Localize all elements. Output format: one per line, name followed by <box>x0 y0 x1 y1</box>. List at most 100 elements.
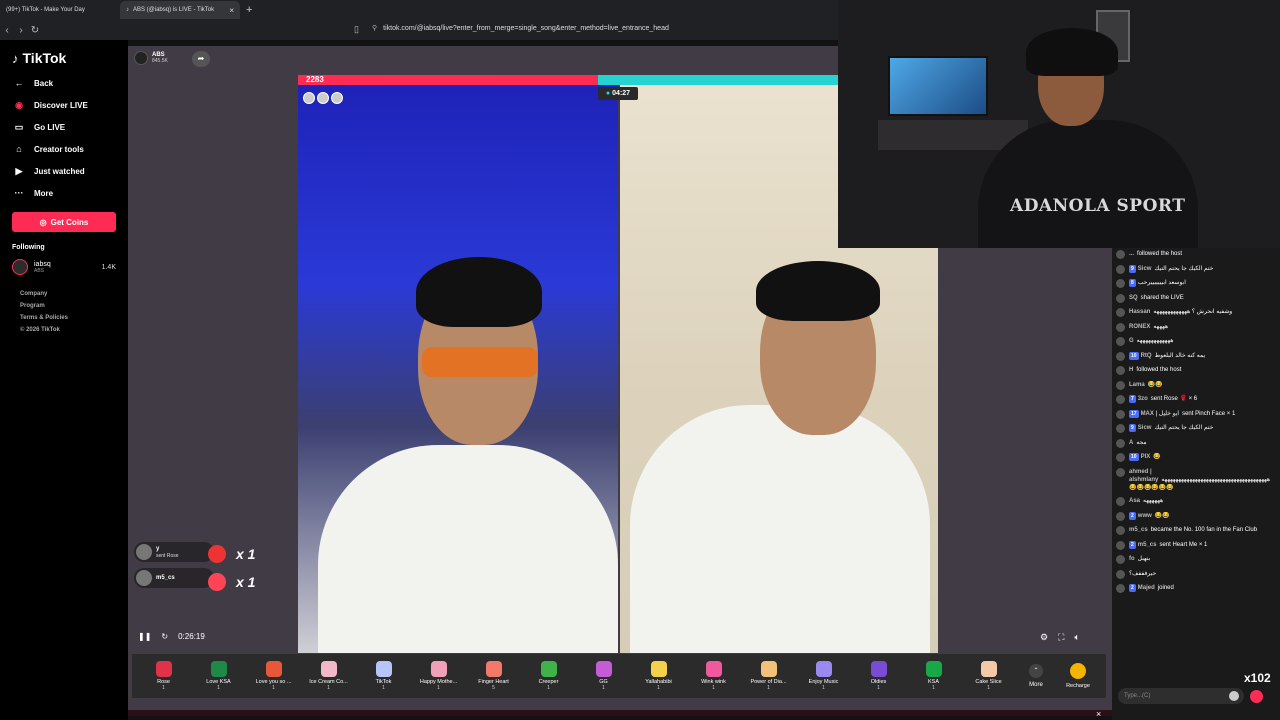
close-tab-icon[interactable]: × <box>229 6 234 15</box>
address-bar[interactable]: ⚲ tiktok.com/@iabsq/live?enter_from_merge… <box>372 24 669 32</box>
avatar[interactable] <box>1116 250 1125 259</box>
chat-username[interactable]: Majed <box>1138 585 1155 591</box>
gift-item[interactable]: Enjoy Music 1 <box>796 661 851 691</box>
avatar[interactable] <box>1116 351 1125 361</box>
avatar[interactable] <box>1116 409 1125 419</box>
close-icon[interactable]: × <box>1096 709 1101 719</box>
chat-username[interactable]: RONEX <box>1129 324 1150 330</box>
gift-item[interactable]: Wink wink 1 <box>686 661 741 691</box>
gift-item[interactable]: Power of Dia... 1 <box>741 661 796 691</box>
forward-icon[interactable]: › <box>14 25 28 36</box>
chat-username[interactable]: 3zo <box>1138 396 1148 402</box>
chat-username[interactable]: A <box>1129 440 1133 446</box>
sidebar-item-more[interactable]: ··· More <box>12 182 116 204</box>
avatar[interactable] <box>1116 438 1125 448</box>
avatar[interactable] <box>1116 308 1125 317</box>
avatar[interactable] <box>1116 366 1125 375</box>
chat-username[interactable]: m5_cs <box>1129 527 1148 533</box>
gift-item[interactable]: TikTok 1 <box>356 661 411 691</box>
gift-item[interactable]: Oldies 1 <box>851 661 906 691</box>
avatar[interactable] <box>1116 264 1125 274</box>
right-person-hair <box>756 261 880 321</box>
avatar[interactable] <box>1116 279 1125 288</box>
sidebar-item-go-live[interactable]: ▭ Go LIVE <box>12 116 116 138</box>
gift-item[interactable]: Yallahabibi 1 <box>631 661 686 691</box>
chat-username[interactable]: Sicw <box>1138 425 1152 431</box>
browser-tab-2[interactable]: ♪ ABS (@iabsq) is LIVE - TikTok × <box>120 1 240 19</box>
host-chip[interactable]: ABS 845.5K <box>134 51 168 65</box>
chat-username[interactable]: PIX <box>1141 454 1151 460</box>
gift-item[interactable]: Happy Mothe... 1 <box>411 661 466 691</box>
gift-item[interactable]: Love you so ... 1 <box>246 661 301 691</box>
chat-username[interactable]: Lama <box>1129 382 1145 388</box>
avatar[interactable] <box>1116 337 1125 346</box>
chat-username[interactable]: Sicw <box>1138 266 1152 272</box>
footer-link-terms[interactable]: Terms & Policies <box>20 315 116 321</box>
chat-username[interactable]: fo <box>1129 556 1135 562</box>
fullscreen-icon[interactable]: ⛶ <box>1058 632 1064 643</box>
settings-icon[interactable]: ⚙ <box>1040 632 1048 643</box>
footer-link-program[interactable]: Program <box>20 303 116 309</box>
avatar[interactable] <box>1116 395 1125 404</box>
chat-username[interactable]: H <box>1129 367 1133 373</box>
gift-item[interactable]: Finger Heart 5 <box>466 661 521 691</box>
avatar[interactable] <box>1116 540 1125 550</box>
chat-username[interactable]: m5_cs <box>1138 542 1157 548</box>
chat-username[interactable]: www <box>1138 513 1152 519</box>
avatar[interactable] <box>1116 467 1125 477</box>
avatar[interactable] <box>1116 424 1125 433</box>
avatar[interactable] <box>1116 380 1125 390</box>
gift-item[interactable]: GG 1 <box>576 661 631 691</box>
avatar[interactable] <box>1116 555 1125 564</box>
bookmark-icon[interactable]: ▯ <box>354 24 359 35</box>
pk-top-viewers[interactable] <box>303 92 343 104</box>
nav-label: Creator tools <box>34 144 84 154</box>
refresh-icon[interactable]: ↻ <box>161 632 168 641</box>
avatar[interactable] <box>1116 293 1125 303</box>
tiktok-logo[interactable]: ♪ TikTok <box>12 50 116 66</box>
site-info-icon[interactable]: ⚲ <box>372 25 377 32</box>
chat-username[interactable]: ahmed | alshmlany <box>1129 469 1158 483</box>
get-coins-button[interactable]: ◎ Get Coins <box>12 212 116 232</box>
chat-username[interactable]: ... <box>1129 251 1134 257</box>
emoji-icon[interactable] <box>1229 691 1239 701</box>
bottom-strip <box>128 710 1118 716</box>
like-button[interactable] <box>1250 690 1263 703</box>
gift-item[interactable]: Ice Cream Co... 1 <box>301 661 356 691</box>
recharge-button[interactable]: Recharge <box>1056 663 1100 689</box>
avatar[interactable] <box>1116 322 1125 332</box>
chat-username[interactable]: MAX | ابو خليل <box>1141 411 1180 417</box>
chat-username[interactable]: SQ <box>1129 295 1138 301</box>
avatar[interactable] <box>1116 526 1125 535</box>
sidebar-item-discover-live[interactable]: ◉ Discover LIVE <box>12 94 116 116</box>
chat-username[interactable]: RtQ <box>1141 353 1152 359</box>
sidebar-item-just-watched[interactable]: ▶ Just watched <box>12 160 116 182</box>
footer-link-company[interactable]: Company <box>20 291 116 297</box>
volume-icon[interactable]: 🔈︎ <box>1074 632 1079 643</box>
avatar[interactable] <box>1116 584 1125 593</box>
avatar[interactable] <box>1116 497 1125 506</box>
sidebar-item-creator-tools[interactable]: ⌂ Creator tools <box>12 138 116 160</box>
chat-username[interactable]: G <box>1129 338 1134 344</box>
more-gifts-button[interactable]: ⌃ More <box>1016 664 1056 688</box>
gift-item[interactable]: Love KSA 1 <box>191 661 246 691</box>
live-icon: ◉ <box>15 99 23 110</box>
browser-tab-1[interactable]: (99+) TikTok - Make Your Day <box>0 1 120 19</box>
gift-item[interactable]: KSA 1 <box>906 661 961 691</box>
chat-input[interactable]: Type...(C) <box>1118 688 1244 704</box>
following-item[interactable]: iabsq ABS 1.4K <box>12 259 116 275</box>
avatar[interactable] <box>1116 453 1125 462</box>
gift-item[interactable]: Cake Slice 1 <box>961 661 1016 691</box>
sidebar-item-back[interactable]: ← Back <box>12 72 116 94</box>
avatar[interactable] <box>1116 569 1125 579</box>
gift-item[interactable]: Creeper 1 <box>521 661 576 691</box>
back-icon[interactable]: ‹ <box>0 25 14 36</box>
new-tab-icon[interactable]: + <box>246 4 252 16</box>
gift-item[interactable]: Rose 1 <box>136 661 191 691</box>
chat-username[interactable]: Asa <box>1129 498 1140 504</box>
pause-icon[interactable]: ❚❚ <box>138 632 151 641</box>
share-icon[interactable]: ➦ <box>192 51 210 67</box>
chat-username[interactable]: Hassan <box>1129 309 1150 315</box>
reload-icon[interactable]: ↻ <box>28 25 42 36</box>
avatar[interactable] <box>1116 511 1125 521</box>
